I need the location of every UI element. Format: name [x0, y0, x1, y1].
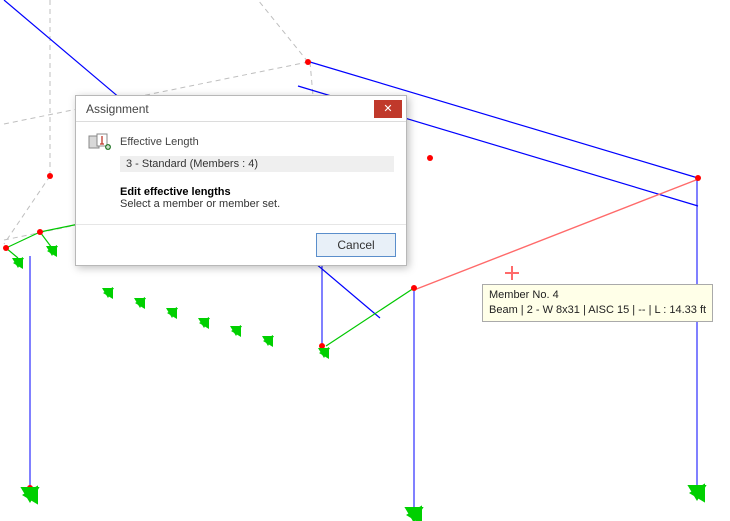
- support-icon[interactable]: [131, 294, 149, 312]
- instruction-heading: Edit effective lengths: [120, 186, 394, 198]
- support-icon[interactable]: [315, 344, 333, 362]
- node[interactable]: [3, 245, 9, 251]
- effective-length-icon: [88, 132, 112, 152]
- dialog-titlebar[interactable]: Assignment ✕: [76, 96, 406, 122]
- close-button[interactable]: ✕: [374, 100, 402, 118]
- support-icon[interactable]: [683, 479, 712, 508]
- support-icon[interactable]: [195, 314, 213, 332]
- support-icon[interactable]: [9, 254, 27, 272]
- dialog-title: Assignment: [86, 102, 374, 116]
- support-icon[interactable]: [259, 332, 277, 350]
- instruction-sub: Select a member or member set.: [120, 198, 394, 210]
- node[interactable]: [411, 285, 417, 291]
- support-icon[interactable]: [163, 304, 181, 322]
- support-icon[interactable]: [400, 501, 429, 521]
- tooltip-line1: Member No. 4: [489, 288, 706, 303]
- support-icon[interactable]: [43, 242, 61, 260]
- node[interactable]: [37, 229, 43, 235]
- effective-length-entry[interactable]: 3 - Standard (Members : 4): [120, 156, 394, 172]
- node[interactable]: [427, 155, 433, 161]
- node[interactable]: [47, 173, 53, 179]
- tooltip-line2: Beam | 2 - W 8x31 | AISC 15 | -- | L : 1…: [489, 303, 706, 318]
- node[interactable]: [305, 59, 311, 65]
- support-icon[interactable]: [16, 481, 45, 510]
- section-label: Effective Length: [120, 136, 199, 148]
- cancel-button[interactable]: Cancel: [316, 233, 396, 257]
- node[interactable]: [695, 175, 701, 181]
- member-tooltip: Member No. 4 Beam | 2 - W 8x31 | AISC 15…: [482, 284, 713, 322]
- support-icon[interactable]: [99, 284, 117, 302]
- support-icon[interactable]: [227, 322, 245, 340]
- assignment-dialog: Assignment ✕ Effective Length 3 - Standa…: [75, 95, 407, 266]
